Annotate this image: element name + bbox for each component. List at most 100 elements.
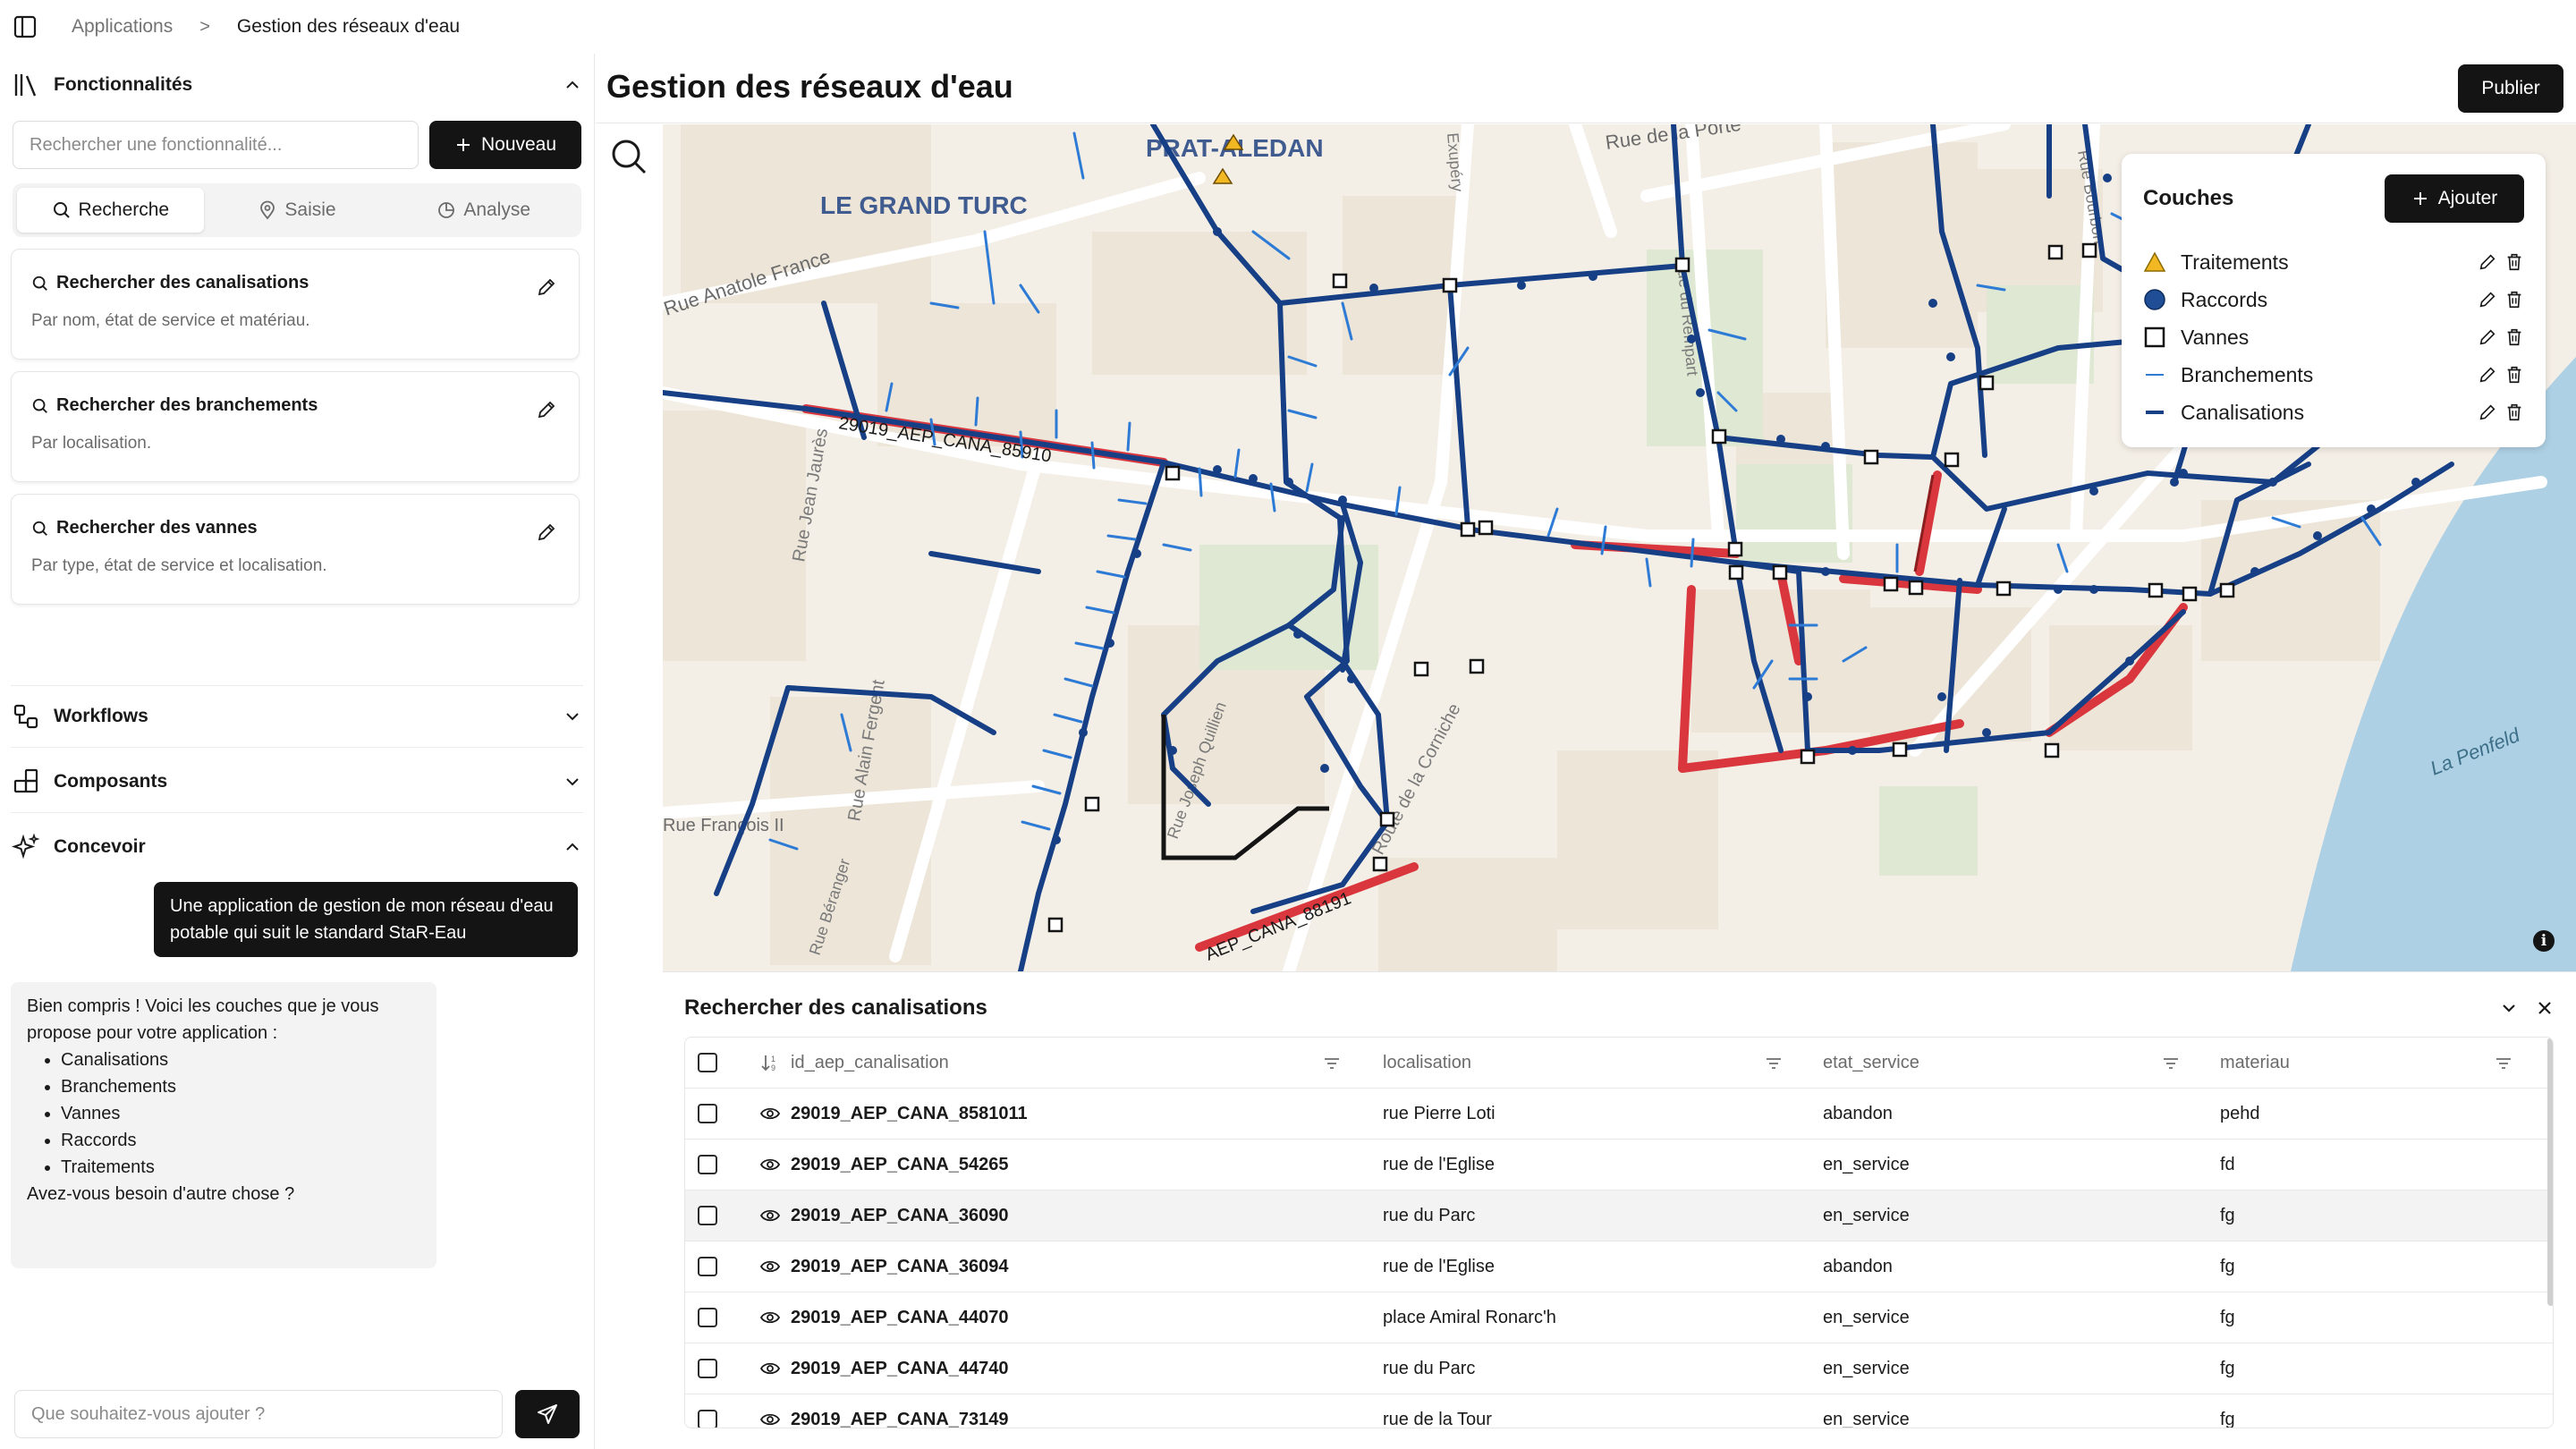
publish-button[interactable]: Publier [2458,64,2563,113]
trash-icon[interactable] [2504,290,2524,309]
sidebar-toggle-icon[interactable] [13,14,38,39]
chat-input[interactable] [31,1403,502,1425]
row-materiau: pehd [2220,1103,2260,1123]
filter-icon[interactable] [1322,1054,1342,1073]
row-checkbox[interactable] [698,1206,717,1225]
layer-row-traitements[interactable]: Traitements [2143,243,2524,281]
table-row[interactable]: 29019_AEP_CANA_36090 rue du Parc en_serv… [685,1191,2553,1241]
trash-icon[interactable] [2504,327,2524,347]
thin-line-icon [2143,363,2166,386]
features-section-header[interactable]: Fonctionnalités [11,54,583,116]
features-search-input[interactable] [30,134,418,156]
plus-icon [2413,192,2427,205]
tab-recherche[interactable]: Recherche [17,188,204,233]
table-row[interactable]: 29019_AEP_CANA_8581011 rue Pierre Loti a… [685,1089,2553,1140]
pencil-icon[interactable] [536,521,557,543]
layer-row-branchements[interactable]: Branchements [2143,356,2524,394]
chevron-up-icon[interactable] [562,74,583,96]
components-title: Composants [54,770,168,792]
plus-icon [456,139,470,151]
workflows-section-header[interactable]: Workflows [11,685,583,748]
feature-card-vannes[interactable]: Rechercher des vannes Par type, état de … [11,494,580,605]
row-checkbox[interactable] [698,1104,717,1123]
eye-icon[interactable] [760,1208,780,1223]
eye-icon[interactable] [760,1157,780,1172]
column-header-etat[interactable]: etat_service [1823,1053,1919,1073]
tab-analyse[interactable]: Analyse [390,188,577,233]
search-icon [32,275,47,291]
pencil-icon[interactable] [2478,327,2497,347]
layer-name: Vannes [2181,325,2250,349]
filter-icon[interactable] [1764,1054,1784,1073]
row-checkbox[interactable] [698,1155,717,1174]
eye-icon[interactable] [760,1310,780,1325]
breadcrumb-current: Gestion des réseaux d'eau [236,16,461,37]
filter-icon[interactable] [2494,1054,2513,1073]
pencil-icon[interactable] [536,399,557,420]
table-row[interactable]: 29019_AEP_CANA_73149 rue de la Tour en_s… [685,1394,2553,1428]
eye-icon[interactable] [760,1259,780,1274]
table-row[interactable]: 29019_AEP_CANA_44070 place Amiral Ronarc… [685,1292,2553,1343]
column-header-localisation[interactable]: localisation [1383,1053,1471,1073]
row-etat: abandon [1823,1256,1893,1276]
pencil-icon[interactable] [2478,290,2497,309]
chevron-down-icon[interactable] [2498,997,2520,1019]
send-button[interactable] [515,1390,580,1438]
layer-row-raccords[interactable]: Raccords [2143,281,2524,318]
add-layer-button[interactable]: Ajouter [2385,174,2524,223]
layer-row-vannes[interactable]: Vannes [2143,318,2524,356]
list-item: Branchements [61,1073,420,1100]
components-icon [11,767,41,797]
left-panel: Fonctionnalités Nouveau Recherche Saisie [0,54,595,1449]
new-feature-label: Nouveau [480,134,557,155]
row-checkbox[interactable] [698,1257,717,1276]
breadcrumb-applications[interactable]: Applications [72,16,173,38]
pencil-icon[interactable] [2478,252,2497,272]
map-info-icon[interactable]: i [2533,930,2555,952]
row-localisation: rue de l'Eglise [1383,1154,1495,1174]
chat-bot-list: Canalisations Branchements Vannes Raccor… [27,1046,420,1181]
triangle-icon [2143,250,2166,274]
row-checkbox[interactable] [698,1410,717,1428]
table-row[interactable]: 29019_AEP_CANA_54265 rue de l'Eglise en_… [685,1140,2553,1191]
column-header-id[interactable]: 19 id_aep_canalisation [760,1053,949,1073]
feature-card-branchements[interactable]: Rechercher des branchements Par localisa… [11,371,580,482]
eye-icon[interactable] [760,1412,780,1427]
layer-row-canalisations[interactable]: Canalisations [2143,394,2524,431]
pencil-icon[interactable] [2478,402,2497,422]
row-materiau: fg [2220,1409,2235,1428]
tab-saisie[interactable]: Saisie [204,188,391,233]
eye-icon[interactable] [760,1361,780,1376]
components-section-header[interactable]: Composants [11,750,583,813]
card-title: Rechercher des vannes [56,518,258,538]
new-feature-button[interactable]: Nouveau [429,121,581,169]
filter-icon[interactable] [2161,1054,2181,1073]
trash-icon[interactable] [2504,252,2524,272]
table-scrollbar[interactable] [2547,1038,2553,1306]
map-search-icon[interactable] [608,136,649,177]
table-row[interactable]: 29019_AEP_CANA_36094 rue de l'Eglise aba… [685,1241,2553,1292]
card-description: Par type, état de service et localisatio… [31,556,327,575]
column-header-materiau[interactable]: materiau [2220,1053,2290,1073]
feature-card-canalisations[interactable]: Rechercher des canalisations Par nom, ét… [11,249,580,360]
pencil-icon[interactable] [2478,365,2497,385]
tab-saisie-label: Saisie [284,199,336,220]
row-id-cell: 29019_AEP_CANA_44070 [760,1308,1009,1328]
pencil-icon[interactable] [536,276,557,298]
chevron-down-icon[interactable] [562,706,583,727]
table-row[interactable]: 29019_AEP_CANA_44740 rue du Parc en_serv… [685,1343,2553,1394]
chevron-up-icon[interactable] [562,836,583,858]
chevron-down-icon[interactable] [562,771,583,792]
row-checkbox[interactable] [698,1359,717,1378]
trash-icon[interactable] [2504,365,2524,385]
row-checkbox[interactable] [698,1308,717,1327]
trash-icon[interactable] [2504,402,2524,422]
close-icon[interactable] [2534,997,2555,1019]
workflow-icon [11,701,41,732]
eye-icon[interactable] [760,1106,780,1121]
design-section-header[interactable]: Concevoir [11,816,583,878]
row-etat: en_service [1823,1205,1910,1225]
row-id: 29019_AEP_CANA_8581011 [791,1103,1028,1123]
select-all-checkbox[interactable] [698,1053,717,1072]
table-header-row: 19 id_aep_canalisation localisation etat… [685,1038,2553,1089]
